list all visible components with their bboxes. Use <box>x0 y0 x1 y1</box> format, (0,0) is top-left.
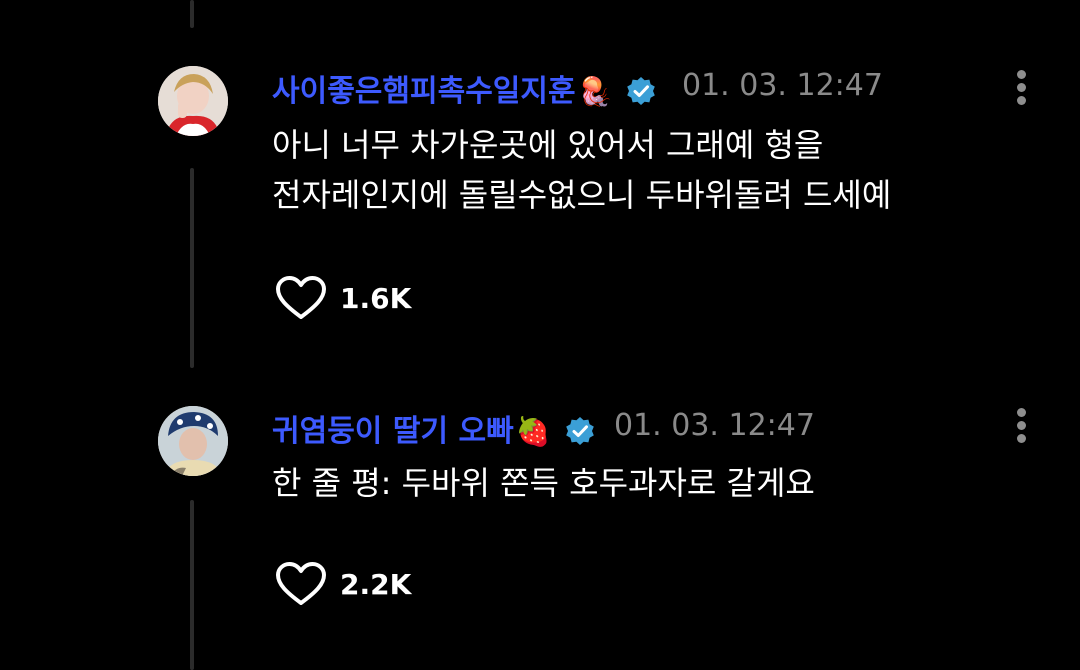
timestamp: 01. 03. 12:47 <box>614 408 815 443</box>
avatar-image <box>158 406 228 476</box>
like-count: 2.2K <box>340 567 412 601</box>
heart-icon <box>276 562 326 605</box>
comment-text-line: 전자레인지에 돌릴수없으니 두바위돌려 드세예 <box>272 176 892 214</box>
username-text: 귀염둥이 딸기 오빠 <box>272 414 514 449</box>
avatar-image <box>158 66 228 136</box>
username[interactable]: 사이좋은햄피촉수일지훈🪼 <box>272 66 656 110</box>
comment-2: 귀염둥이 딸기 오빠🍓 01. 03. 12:47 한 줄 평: 두바위 쫀득 … <box>0 406 1080 636</box>
like-button[interactable]: 2.2K <box>274 562 411 606</box>
comment-1: 사이좋은햄피촉수일지훈🪼 01. 03. 12:47 아니 너무 차가운곳에 있… <box>0 66 1080 336</box>
more-options-icon[interactable] <box>1012 70 1032 106</box>
avatar[interactable] <box>158 406 228 476</box>
strawberry-emoji-icon: 🍓 <box>515 415 551 448</box>
like-button[interactable]: 1.6K <box>274 276 411 320</box>
like-count: 1.6K <box>340 281 412 315</box>
jellyfish-emoji-icon: 🪼 <box>577 75 613 108</box>
comment-text-line: 아니 너무 차가운곳에 있어서 그래예 형을 <box>272 126 824 164</box>
verified-badge-icon <box>627 77 656 105</box>
comment-text: 한 줄 평: 두바위 쫀득 호두과자로 갈게요 <box>272 458 815 508</box>
thread-line-top <box>190 0 194 28</box>
username-text: 사이좋은햄피촉수일지훈 <box>272 74 576 109</box>
username[interactable]: 귀염둥이 딸기 오빠🍓 <box>272 406 595 450</box>
verified-badge-icon <box>565 417 594 445</box>
heart-icon <box>276 276 326 319</box>
comment-text: 아니 너무 차가운곳에 있어서 그래예 형을 전자레인지에 돌릴수없으니 두바위… <box>272 120 891 220</box>
comment-text-line: 한 줄 평: 두바위 쫀득 호두과자로 갈게요 <box>272 464 815 502</box>
avatar[interactable] <box>158 66 228 136</box>
timestamp: 01. 03. 12:47 <box>682 68 883 103</box>
more-options-icon[interactable] <box>1012 408 1032 444</box>
